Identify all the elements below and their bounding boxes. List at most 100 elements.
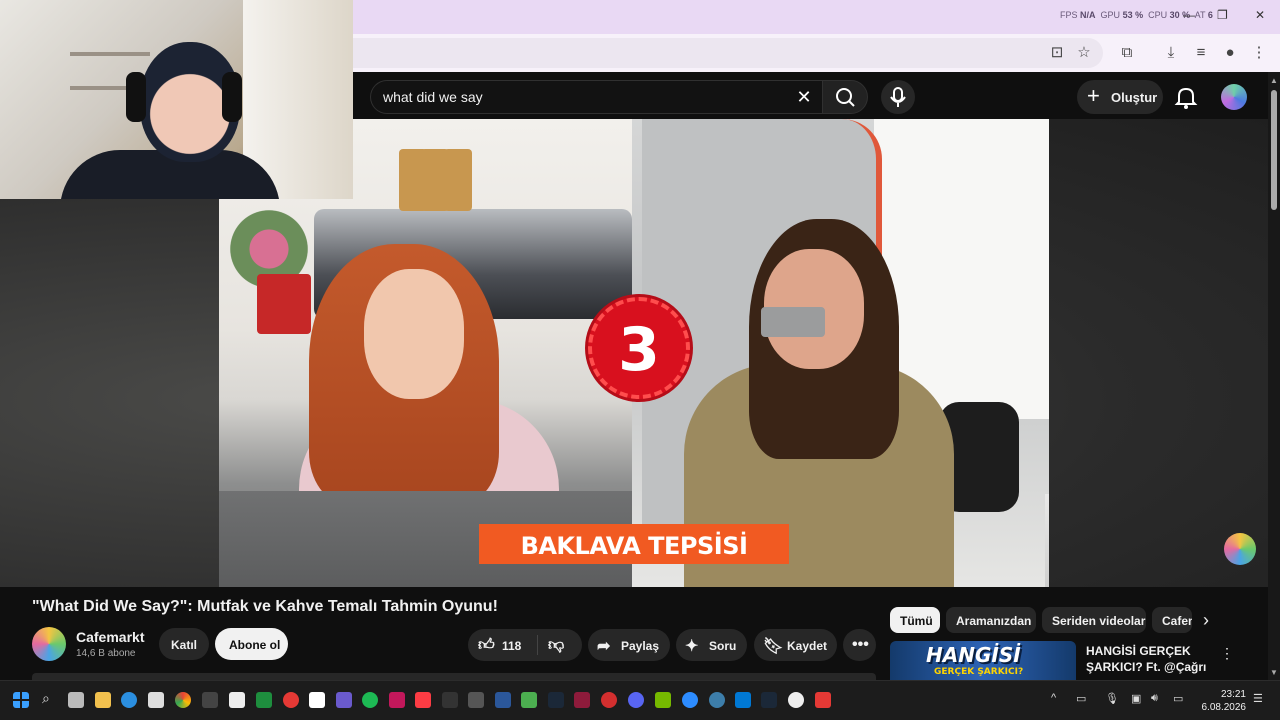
fps-label: FPS xyxy=(1060,10,1078,20)
chevron-up-icon[interactable]: ^ xyxy=(1051,692,1056,704)
notifications-icon[interactable]: ☰ xyxy=(1253,692,1263,705)
more-vertical-icon[interactable]: ⋮ xyxy=(1220,645,1234,662)
system-clock[interactable]: 23:21 6.08.2026 xyxy=(1200,688,1247,714)
save-button[interactable]: 🔖︎ Kaydet xyxy=(754,629,837,661)
app-icon[interactable] xyxy=(442,692,458,708)
extra-value: 6 xyxy=(1207,10,1213,20)
headset-icon xyxy=(126,72,146,122)
create-button[interactable]: + Oluştur xyxy=(1077,80,1163,114)
thumbs-up-icon[interactable]: 👍︎ xyxy=(478,636,495,655)
music-icon[interactable] xyxy=(415,692,431,708)
chip-from-search[interactable]: Aramanızdan xyxy=(946,607,1036,633)
video-title: "What Did We Say?": Mutfak ve Kahve Tema… xyxy=(32,598,498,615)
store-icon[interactable] xyxy=(148,692,164,708)
channel-avatar[interactable] xyxy=(32,627,66,661)
minimize-icon[interactable]: — xyxy=(1183,8,1195,22)
app-icon[interactable] xyxy=(815,692,831,708)
tape-over-mouth xyxy=(761,307,825,337)
install-app-icon[interactable]: ⊡ xyxy=(1047,43,1067,63)
app-icon[interactable] xyxy=(336,692,352,708)
scroll-up-icon[interactable]: ▲ xyxy=(1270,76,1278,85)
profile-avatar-icon[interactable]: ● xyxy=(1220,43,1240,63)
share-label: Paylaş xyxy=(621,639,660,653)
nvidia-icon[interactable] xyxy=(655,692,671,708)
app-icon[interactable] xyxy=(574,692,590,708)
chip-series[interactable]: Seriden videolar xyxy=(1042,607,1146,633)
edge-icon[interactable] xyxy=(121,692,137,708)
app-icon[interactable] xyxy=(735,692,751,708)
search-icon[interactable]: ⌕ xyxy=(42,690,50,707)
windows-start-icon[interactable] xyxy=(13,692,29,708)
ask-button[interactable]: ✦ Soru xyxy=(676,629,747,661)
account-avatar[interactable] xyxy=(1221,84,1247,110)
spotify-icon[interactable] xyxy=(362,692,378,708)
word-icon[interactable] xyxy=(495,692,511,708)
notion-icon[interactable] xyxy=(229,692,245,708)
restore-icon[interactable]: ❐ xyxy=(1217,8,1228,22)
youtube-header: what did we say ✕ + Oluştur xyxy=(353,72,1280,119)
chrome-icon[interactable] xyxy=(175,692,191,708)
app-icon[interactable] xyxy=(202,692,218,708)
chip-label: Seriden videolar xyxy=(1052,614,1146,628)
scroll-down-icon[interactable]: ▼ xyxy=(1270,668,1278,677)
join-button[interactable]: Katıl xyxy=(159,628,209,660)
voice-search-button[interactable] xyxy=(881,80,915,114)
clock-time: 23:21 xyxy=(1220,689,1246,700)
more-actions-button[interactable]: ••• xyxy=(843,629,876,661)
subscribe-button[interactable]: Abone ol xyxy=(215,628,288,660)
cast-icon[interactable]: ▭ xyxy=(1076,692,1086,705)
search-query-text: what did we say xyxy=(383,89,483,105)
chevron-right-icon[interactable]: › xyxy=(1203,610,1209,631)
steam-icon[interactable] xyxy=(548,692,564,708)
gpu-label: GPU xyxy=(1100,10,1121,20)
spreadsheet-icon[interactable] xyxy=(256,692,272,708)
clear-search-icon[interactable]: ✕ xyxy=(792,85,816,109)
bookmark-star-icon[interactable]: ☆ xyxy=(1074,43,1094,63)
search-icon xyxy=(836,88,855,107)
like-count[interactable]: 118 xyxy=(502,639,521,653)
obs-icon[interactable] xyxy=(788,692,804,708)
app-icon[interactable] xyxy=(309,692,325,708)
thumbnail-subtitle-text: GERÇEK ŞARKICI? xyxy=(934,667,1024,677)
battery-icon[interactable]: ▭ xyxy=(1173,692,1183,705)
table-right xyxy=(1045,494,1049,587)
chip-channel[interactable]: Cafemarkt xyxy=(1152,607,1192,633)
chip-all[interactable]: Tümü xyxy=(890,607,940,633)
app-icon[interactable] xyxy=(389,692,405,708)
browser-menu-icon[interactable]: ⋮ xyxy=(1249,43,1269,63)
channel-name[interactable]: Cafemarkt xyxy=(76,629,144,645)
round-number-badge: 3 xyxy=(588,297,690,399)
chip-label: Tümü xyxy=(900,614,933,628)
download-icon[interactable]: ⤓ xyxy=(1161,43,1181,63)
steam-icon[interactable] xyxy=(761,692,777,708)
notifications-bell-icon[interactable] xyxy=(1173,84,1199,110)
file-explorer-icon[interactable] xyxy=(95,692,111,708)
extensions-icon[interactable]: ⧉ xyxy=(1117,43,1137,63)
thumbs-down-icon[interactable]: 👎︎ xyxy=(548,636,564,655)
task-view-icon[interactable] xyxy=(68,692,84,708)
contestant-left-face xyxy=(364,269,464,399)
address-bar[interactable] xyxy=(353,38,1103,68)
search-input[interactable]: what did we say ✕ xyxy=(370,80,822,114)
save-label: Kaydet xyxy=(787,639,828,653)
description-box-edge xyxy=(32,673,876,680)
network-icon[interactable]: ▣ xyxy=(1131,692,1141,705)
word-caption: BAKLAVA TEPSİSİ xyxy=(479,524,789,564)
discord-icon[interactable] xyxy=(628,692,644,708)
close-window-icon[interactable]: ✕ xyxy=(1255,8,1265,22)
app-icon[interactable] xyxy=(601,692,617,708)
app-icon[interactable] xyxy=(521,692,537,708)
volume-icon[interactable]: 🔊︎ xyxy=(1151,692,1158,705)
media-control-icon[interactable]: ≡ xyxy=(1191,43,1211,63)
zoom-icon[interactable] xyxy=(682,692,698,708)
share-button[interactable]: ➦ Paylaş xyxy=(588,629,670,661)
scroll-thumb[interactable] xyxy=(1271,90,1277,210)
related-video-thumbnail[interactable]: HANGİSİ GERÇEK ŞARKICI? xyxy=(890,641,1076,680)
microphone-icon[interactable]: 🎙︎ xyxy=(1105,692,1119,705)
search-button[interactable] xyxy=(822,80,868,114)
page-scrollbar[interactable]: ▲ ▼ xyxy=(1268,72,1280,680)
app-icon[interactable] xyxy=(468,692,484,708)
app-icon[interactable] xyxy=(283,692,299,708)
app-icon[interactable] xyxy=(709,692,725,708)
channel-watermark[interactable] xyxy=(1224,533,1256,565)
